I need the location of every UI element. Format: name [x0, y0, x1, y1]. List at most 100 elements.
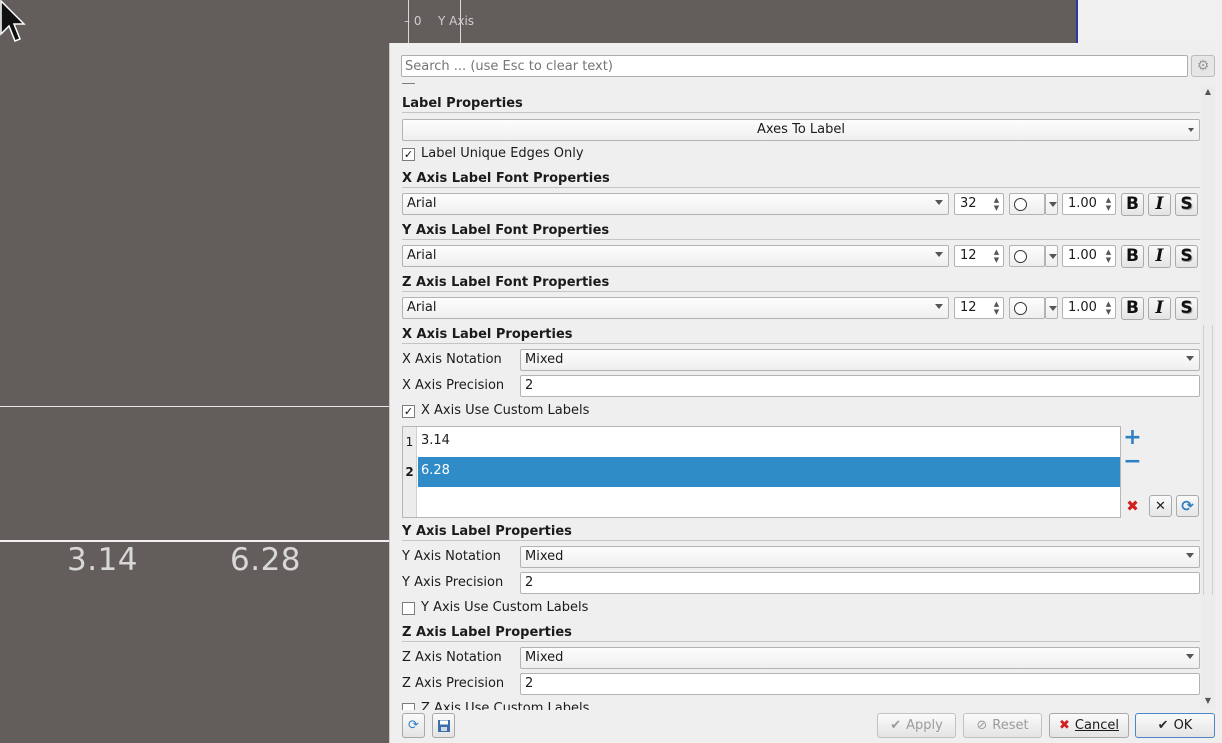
remove-row-minus-icon[interactable]: − — [1121, 449, 1144, 474]
restore-defaults-refresh-icon[interactable]: ⟳ — [402, 713, 425, 738]
y-font-shadow-button[interactable]: S — [1175, 245, 1198, 268]
x-font-opacity-spinbox[interactable]: 1.00 ▲ ▼ — [1062, 193, 1116, 215]
reset-icon: ⊘ — [976, 718, 988, 733]
label-unique-edges-label: Label Unique Edges Only — [421, 146, 584, 161]
z-font-size-value: 12 — [960, 300, 977, 315]
z-font-color-button[interactable] — [1009, 297, 1045, 319]
x-font-color-button[interactable] — [1009, 193, 1045, 215]
chevron-down-icon — [1186, 553, 1194, 558]
axes-to-label-dropdown[interactable]: Axes To Label — [402, 119, 1200, 141]
y-font-opacity-spinbox[interactable]: 1.00 ▲ ▼ — [1062, 245, 1116, 267]
y-custom-labels-checkbox[interactable] — [402, 602, 415, 615]
color-swatch-icon — [1014, 250, 1027, 263]
y-precision-label: Y Axis Precision — [402, 575, 504, 590]
properties-panel: ⚙ Label Properties Axes To Label ✓ Label… — [389, 43, 1222, 743]
y-font-bold-button[interactable]: B — [1121, 245, 1144, 268]
x-font-bold-button[interactable]: B — [1121, 193, 1144, 216]
z-custom-labels-label: Z Axis Use Custom Labels — [421, 701, 590, 710]
reset-button[interactable]: ⊘ Reset — [963, 713, 1042, 738]
y-precision-input[interactable]: 2 — [520, 572, 1200, 594]
refresh-icon[interactable]: ⟳ — [1176, 495, 1199, 517]
ok-button[interactable]: ✔ OK — [1135, 713, 1215, 738]
search-input[interactable] — [401, 55, 1188, 77]
y-notation-value: Mixed — [525, 549, 564, 564]
y-font-italic-button[interactable]: I — [1148, 245, 1171, 268]
spin-arrows-icon[interactable]: ▲ ▼ — [992, 248, 1001, 264]
clipped-checkbox[interactable] — [402, 83, 415, 84]
section-divider — [402, 112, 1200, 113]
x-font-italic-button[interactable]: I — [1148, 193, 1171, 216]
z-font-family-select[interactable]: Arial — [402, 297, 949, 319]
x-font-shadow-button[interactable]: S — [1175, 193, 1198, 216]
table-cell[interactable]: 6.28 — [418, 457, 1120, 487]
section-divider — [402, 540, 1200, 541]
z-custom-labels-checkbox[interactable] — [402, 703, 415, 710]
scroll-down-icon[interactable]: ▼ — [1203, 696, 1213, 706]
z-font-size-spinbox[interactable]: 12 ▲ ▼ — [954, 297, 1004, 319]
z-font-shadow-button[interactable]: S — [1175, 297, 1198, 320]
x-custom-labels-table[interactable]: 1 3.14 2 6.28 — [402, 426, 1121, 518]
table-row[interactable]: 2 6.28 — [403, 457, 1120, 487]
scrollbar-thumb[interactable] — [1203, 325, 1213, 595]
table-cell[interactable]: 3.14 — [418, 427, 1120, 457]
z-notation-select[interactable]: Mixed — [520, 647, 1200, 669]
x-font-color-menu[interactable] — [1045, 193, 1058, 215]
x-font-family-select[interactable]: Arial — [402, 193, 949, 215]
x-notation-label: X Axis Notation — [402, 352, 502, 367]
y-font-color-button[interactable] — [1009, 245, 1045, 267]
toolbar-strip — [1078, 0, 1222, 43]
spin-arrows-icon[interactable]: ▲ ▼ — [1104, 248, 1113, 264]
chevron-down-icon — [935, 304, 943, 309]
section-title-z-label: Z Axis Label Properties — [402, 625, 572, 640]
scroll-up-icon[interactable]: ▲ — [1203, 87, 1213, 97]
mouse-cursor-icon — [0, 0, 26, 42]
section-title-y-label: Y Axis Label Properties — [402, 524, 572, 539]
save-defaults-disk-icon[interactable] — [432, 713, 455, 738]
x-font-size-spinbox[interactable]: 32 ▲ ▼ — [954, 193, 1004, 215]
table-row[interactable] — [403, 487, 1120, 517]
search-row: ⚙ — [401, 55, 1216, 77]
chevron-down-icon — [1186, 654, 1194, 659]
y-notation-select[interactable]: Mixed — [520, 546, 1200, 568]
spin-arrows-icon[interactable]: ▲ ▼ — [1104, 300, 1113, 316]
section-title-label-properties: Label Properties — [402, 96, 523, 111]
chevron-down-icon — [935, 252, 943, 257]
z-font-italic-button[interactable]: I — [1148, 297, 1171, 320]
z-font-opacity-spinbox[interactable]: 1.00 ▲ ▼ — [1062, 297, 1116, 319]
chevron-down-icon — [1186, 356, 1194, 361]
section-divider — [402, 239, 1200, 240]
z-precision-label: Z Axis Precision — [402, 676, 505, 691]
z-font-color-menu[interactable] — [1045, 297, 1058, 319]
section-divider — [402, 187, 1200, 188]
clear-menu-x-icon[interactable]: ✕ — [1149, 495, 1172, 517]
section-divider — [402, 343, 1200, 344]
y-font-family-select[interactable]: Arial — [402, 245, 949, 267]
z-font-bold-button[interactable]: B — [1121, 297, 1144, 320]
cancel-button[interactable]: ✖ Cancel — [1049, 713, 1129, 738]
z-precision-input[interactable]: 2 — [520, 673, 1200, 695]
y-font-color-menu[interactable] — [1045, 245, 1058, 267]
label-unique-edges-checkbox[interactable]: ✓ — [402, 148, 415, 161]
table-row[interactable]: 1 3.14 — [403, 427, 1120, 457]
spin-arrows-icon[interactable]: ▲ ▼ — [992, 300, 1001, 316]
x-axis-tick-label: 3.14 — [67, 542, 139, 578]
section-title-z-font: Z Axis Label Font Properties — [402, 275, 610, 290]
y-font-size-spinbox[interactable]: 12 ▲ ▼ — [954, 245, 1004, 267]
delete-all-x-icon[interactable]: ✖ — [1121, 495, 1144, 517]
advanced-settings-gear-icon[interactable]: ⚙ — [1191, 55, 1215, 77]
x-custom-labels-checkbox[interactable]: ✓ — [402, 405, 415, 418]
row-number — [403, 487, 417, 517]
x-font-size-value: 32 — [960, 196, 977, 211]
vertical-scrollbar[interactable]: ▲ ▼ — [1201, 85, 1215, 708]
table-cell[interactable] — [418, 487, 1120, 517]
reset-label: Reset — [992, 718, 1029, 733]
x-notation-select[interactable]: Mixed — [520, 349, 1200, 371]
spin-arrows-icon[interactable]: ▲ ▼ — [992, 196, 1001, 212]
spin-arrows-icon[interactable]: ▲ ▼ — [1104, 196, 1113, 212]
x-font-opacity-value: 1.00 — [1068, 196, 1097, 211]
x-precision-input[interactable]: 2 — [520, 375, 1200, 397]
apply-button[interactable]: ✔ Apply — [877, 713, 956, 738]
x-custom-labels-label: X Axis Use Custom Labels — [421, 403, 590, 418]
y-axis-title: Y Axis — [438, 14, 475, 28]
add-row-plus-icon[interactable]: + — [1121, 425, 1144, 450]
